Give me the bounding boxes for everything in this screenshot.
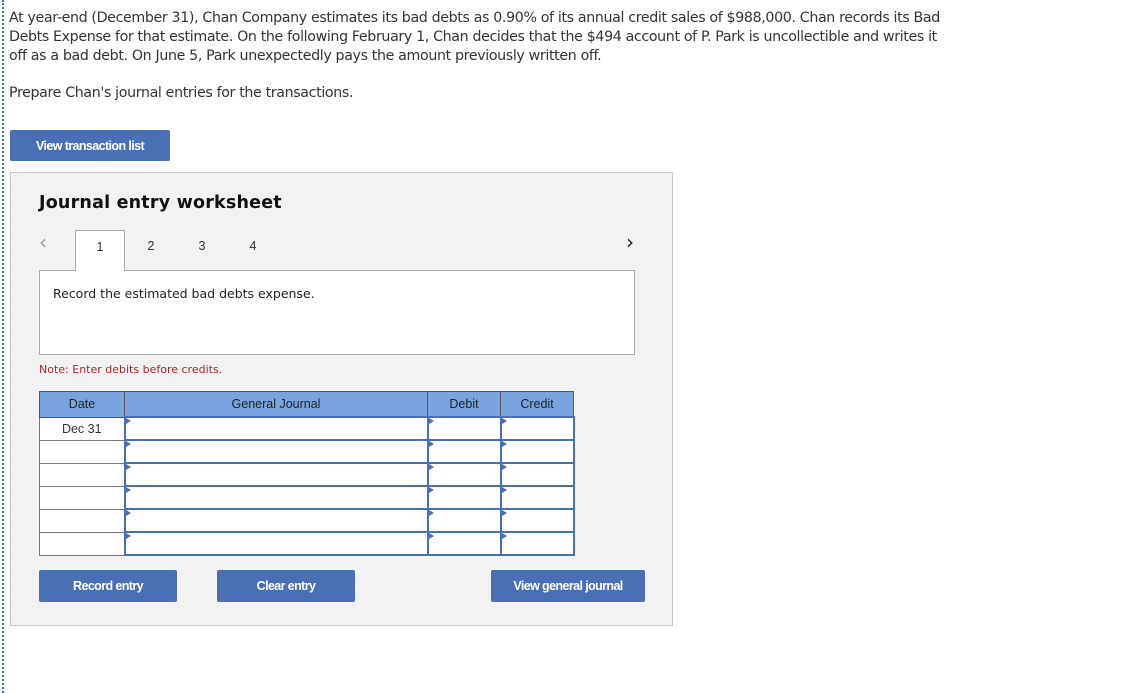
note-text: Note: Enter debits before credits.: [39, 363, 223, 376]
table-row: [39, 439, 575, 464]
chevron-left-icon[interactable]: ‹: [39, 230, 47, 254]
chevron-right-icon[interactable]: ›: [626, 230, 634, 254]
view-transaction-list-button[interactable]: View transaction list: [10, 130, 170, 161]
header-debit: Debit: [427, 391, 501, 418]
date-cell: [39, 485, 125, 510]
header-general-journal: General Journal: [124, 391, 428, 418]
transaction-description-box: Record the estimated bad debts expense.: [39, 270, 635, 355]
debit-input[interactable]: [426, 531, 502, 556]
debit-input[interactable]: [426, 462, 502, 487]
credit-input[interactable]: [499, 531, 575, 556]
credit-input[interactable]: [499, 462, 575, 487]
record-entry-button[interactable]: Record entry: [39, 570, 177, 602]
clear-entry-button[interactable]: Clear entry: [217, 570, 355, 602]
tab-4[interactable]: 4: [228, 230, 278, 270]
tab-1[interactable]: 1: [75, 230, 125, 271]
table-row: Dec 31: [39, 416, 575, 441]
date-cell: Dec 31: [39, 416, 125, 441]
left-dotted-border: [2, 0, 4, 693]
credit-input[interactable]: [499, 508, 575, 533]
question-text: At year-end (December 31), Chan Company …: [9, 9, 949, 103]
account-input[interactable]: [123, 416, 429, 441]
question-instruction: Prepare Chan's journal entries for the t…: [9, 85, 354, 101]
worksheet-title: Journal entry worksheet: [39, 193, 282, 213]
table-row: [39, 531, 575, 556]
view-general-journal-button[interactable]: View general journal: [491, 570, 645, 602]
debit-input[interactable]: [426, 485, 502, 510]
header-date: Date: [39, 391, 125, 418]
account-input[interactable]: [123, 531, 429, 556]
table-row: [39, 508, 575, 533]
account-input[interactable]: [123, 485, 429, 510]
credit-input[interactable]: [499, 439, 575, 464]
header-credit: Credit: [500, 391, 574, 418]
debit-input[interactable]: [426, 439, 502, 464]
table-header-row: Date General Journal Debit Credit: [39, 391, 574, 418]
date-cell: [39, 531, 125, 556]
date-cell: [39, 439, 125, 464]
question-paragraph: At year-end (December 31), Chan Company …: [9, 10, 940, 64]
transaction-description: Record the estimated bad debts expense.: [53, 286, 315, 301]
account-input[interactable]: [123, 439, 429, 464]
journal-table: Date General Journal Debit Credit Dec 31: [39, 391, 575, 556]
tab-3[interactable]: 3: [177, 230, 227, 270]
account-input[interactable]: [123, 462, 429, 487]
table-row: [39, 462, 575, 487]
table-row: [39, 485, 575, 510]
debit-input[interactable]: [426, 416, 502, 441]
credit-input[interactable]: [499, 485, 575, 510]
date-cell: [39, 508, 125, 533]
tab-2[interactable]: 2: [126, 230, 176, 270]
date-cell: [39, 462, 125, 487]
credit-input[interactable]: [499, 416, 575, 441]
account-input[interactable]: [123, 508, 429, 533]
debit-input[interactable]: [426, 508, 502, 533]
journal-entry-worksheet: Journal entry worksheet ‹ 1 2 3 4 › Reco…: [10, 172, 673, 626]
